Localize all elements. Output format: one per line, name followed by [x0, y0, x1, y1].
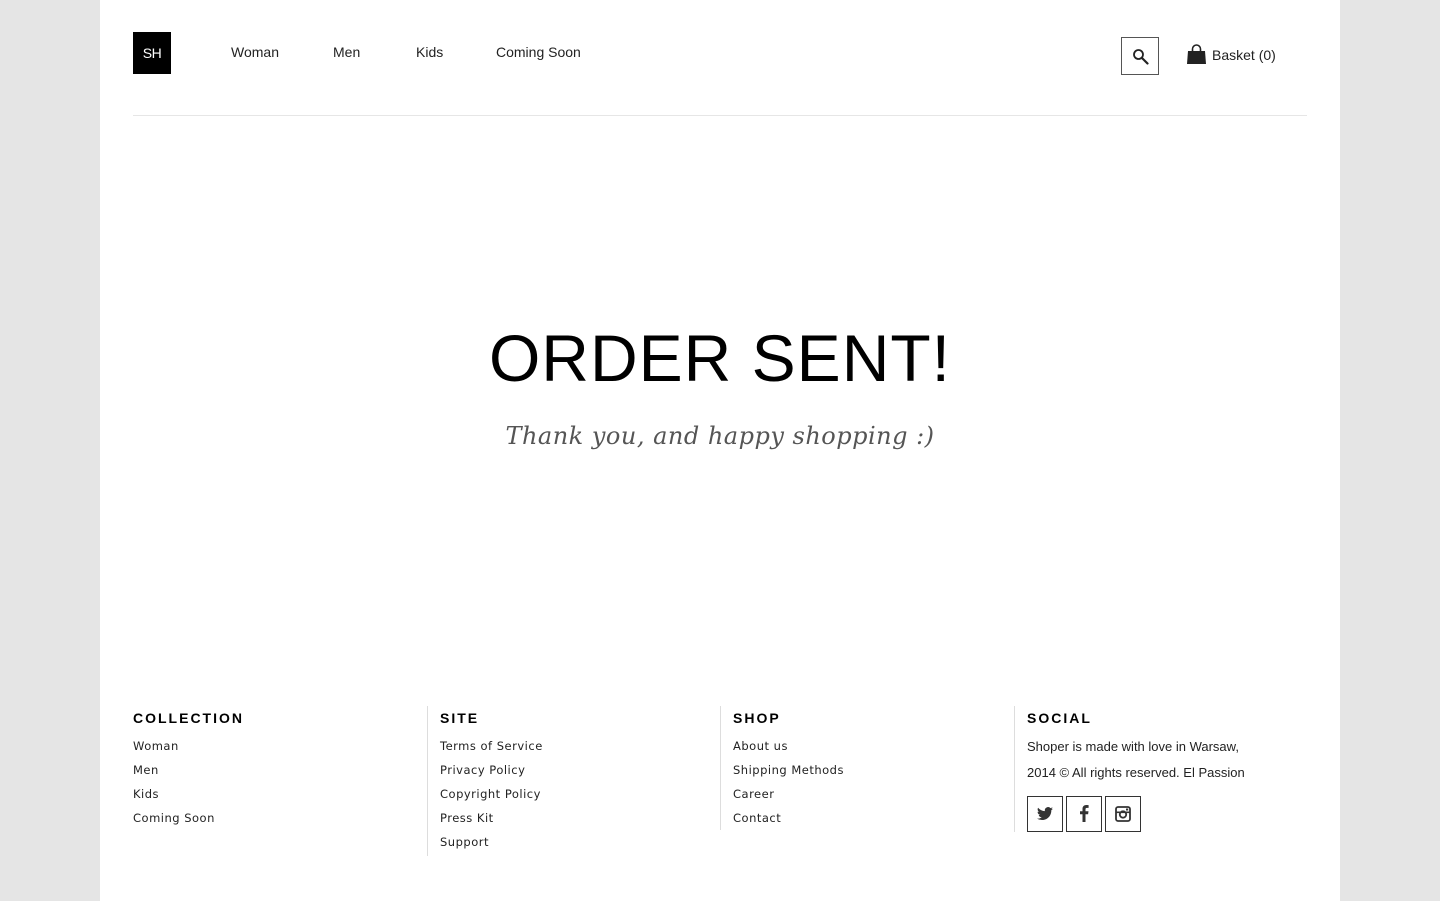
footer-link-shipping[interactable]: Shipping Methods: [733, 758, 844, 782]
social-icons: [1027, 796, 1257, 832]
facebook-icon: [1080, 804, 1089, 822]
footer-heading-social: SOCIAL: [1027, 710, 1092, 726]
twitter-button[interactable]: [1027, 796, 1063, 832]
search-icon: [1133, 49, 1149, 65]
footer-link-terms[interactable]: Terms of Service: [440, 734, 543, 758]
footer-social-text: Shoper is made with love in Warsaw, 2014…: [1027, 739, 1245, 780]
footer-link-copyright[interactable]: Copyright Policy: [440, 782, 543, 806]
shopping-bag-icon: [1187, 44, 1206, 64]
footer-heading-shop: SHOP: [733, 710, 781, 726]
header: SH Woman Men Kids Coming Soon Basket (0): [133, 0, 1307, 116]
facebook-button[interactable]: [1066, 796, 1102, 832]
footer-link-press-kit[interactable]: Press Kit: [440, 806, 543, 830]
nav-link-kids[interactable]: Kids: [416, 44, 443, 60]
footer-site: SITE Terms of Service Privacy Policy Cop…: [427, 706, 543, 856]
instagram-icon: [1115, 806, 1131, 822]
logo[interactable]: SH: [133, 32, 171, 74]
instagram-button[interactable]: [1105, 796, 1141, 832]
footer-link-men[interactable]: Men: [133, 758, 244, 782]
footer-shop: SHOP About us Shipping Methods Career Co…: [720, 706, 844, 830]
footer-link-support[interactable]: Support: [440, 830, 543, 854]
page-title: ORDER SENT!: [488, 321, 952, 395]
nav-link-woman[interactable]: Woman: [231, 44, 279, 60]
page-subtitle: Thank you, and happy shopping :): [505, 422, 935, 450]
footer-link-about[interactable]: About us: [733, 734, 844, 758]
footer-heading-collection: COLLECTION: [133, 710, 244, 726]
nav-link-coming-soon[interactable]: Coming Soon: [496, 44, 581, 60]
search-button[interactable]: [1121, 37, 1159, 75]
footer-link-career[interactable]: Career: [733, 782, 844, 806]
footer-link-privacy[interactable]: Privacy Policy: [440, 758, 543, 782]
footer-social: SOCIAL Shoper is made with love in Warsa…: [1014, 706, 1257, 832]
twitter-icon: [1037, 807, 1053, 821]
page: SH Woman Men Kids Coming Soon Basket (0)…: [100, 0, 1340, 901]
nav-link-men[interactable]: Men: [333, 44, 360, 60]
footer-heading-site: SITE: [440, 710, 480, 726]
footer-link-woman[interactable]: Woman: [133, 734, 244, 758]
footer-link-kids[interactable]: Kids: [133, 782, 244, 806]
footer-link-contact[interactable]: Contact: [733, 806, 844, 830]
footer-collection: COLLECTION Woman Men Kids Coming Soon: [133, 706, 244, 830]
footer-link-coming-soon[interactable]: Coming Soon: [133, 806, 244, 830]
basket-label: Basket (0): [1212, 47, 1276, 63]
